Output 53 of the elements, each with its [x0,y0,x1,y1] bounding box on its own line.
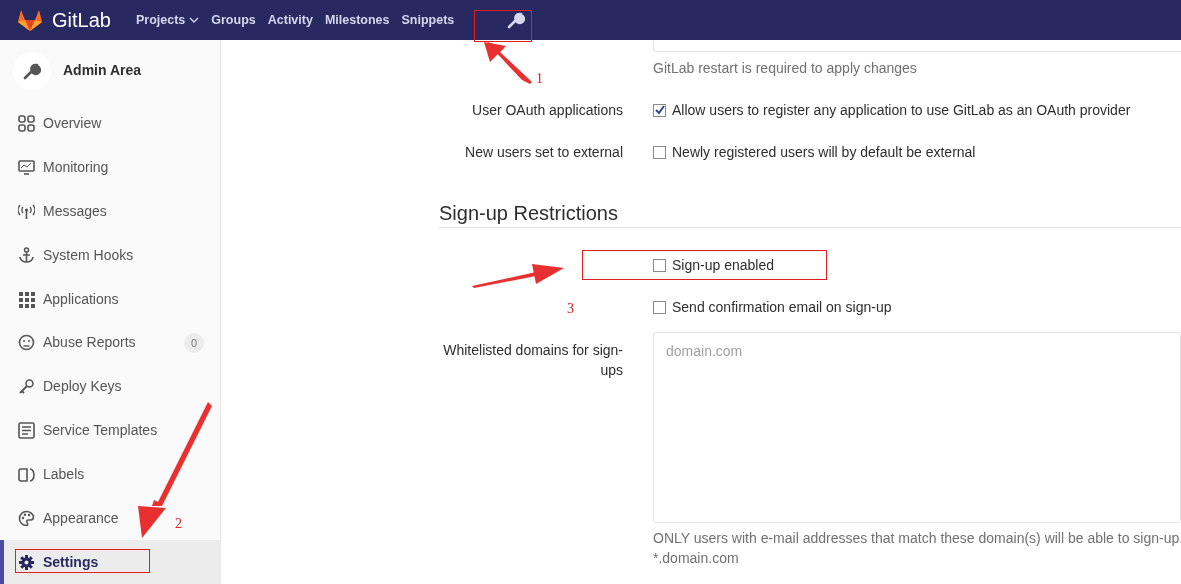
sidebar-item[interactable]: Applications [0,277,135,321]
nav-link[interactable]: Activity [267,10,313,30]
sidebar-item[interactable]: Abuse Reports 0 [0,321,220,365]
nav-link[interactable]: Groups [211,10,256,30]
antenna-icon [18,202,35,220]
annotation-number: 3 [567,300,574,318]
checkbox[interactable] [653,145,666,159]
nav-link[interactable]: Projects [135,10,200,30]
monitor-icon [18,159,35,177]
apps-grid-icon [18,290,35,308]
sidebar-item[interactable]: Monitoring [0,145,125,190]
palette-icon [18,509,35,527]
nav-link[interactable]: Milestones [324,10,390,30]
field-label: User OAuth applications [472,101,623,118]
annotation-number: 2 [175,515,182,533]
help-text: *.domain.com [653,549,740,568]
help-text: GitLab restart is required to apply changes [653,59,917,78]
sidebar-item[interactable]: System Hooks [0,233,150,278]
brand-name[interactable]: GitLab [52,5,111,35]
anchor-icon [18,246,35,264]
nav-link[interactable]: Snippets [401,10,455,30]
labels-icon [18,465,35,483]
sidebar-item[interactable]: Service Templates [0,408,174,453]
list-icon [18,422,35,440]
help-text: ONLY users with e-mail addresses that match these domain(s) will be able to sign-up. [653,529,1181,548]
checkbox[interactable] [653,103,666,117]
grid-icon [18,115,35,133]
gitlab-logo-icon [17,8,43,32]
sidebar-item[interactable]: Appearance [0,496,135,541]
sidebar-item[interactable]: Overview [0,101,118,146]
annotation-number: 1 [536,70,543,88]
section-heading: Sign-up Restrictions [439,201,619,226]
check-icon [654,105,665,115]
checkbox-label[interactable]: Allow users to register any application to use GitLab as an OAuth provider [672,99,1131,121]
settings-icon [18,553,35,571]
sidebar-title: Admin Area [63,61,142,81]
sidebar-item[interactable]: Messages [0,189,123,234]
checkbox-label[interactable]: Newly registered users will by default be external [672,141,976,163]
face-icon [18,334,35,352]
field-label: New users set to external [465,143,623,160]
checkbox-label[interactable]: Sign-up enabled [672,254,774,276]
checkbox[interactable] [653,258,666,272]
sidebar-item[interactable]: Settings [0,540,220,584]
key-icon [18,378,35,396]
count-badge: 0 [184,332,204,353]
highlight-box [474,10,532,42]
checkbox[interactable] [653,300,666,314]
checkbox-label[interactable]: Send confirmation email on sign-up [672,296,892,318]
domains-textarea[interactable]: domain.com [653,332,1181,523]
sidebar-item[interactable]: Labels [0,452,101,497]
duration-field[interactable] [653,40,1181,52]
field-label: Whitelisted domains for sign-ups [443,342,623,378]
sidebar-item[interactable]: Deploy Keys [0,364,138,409]
